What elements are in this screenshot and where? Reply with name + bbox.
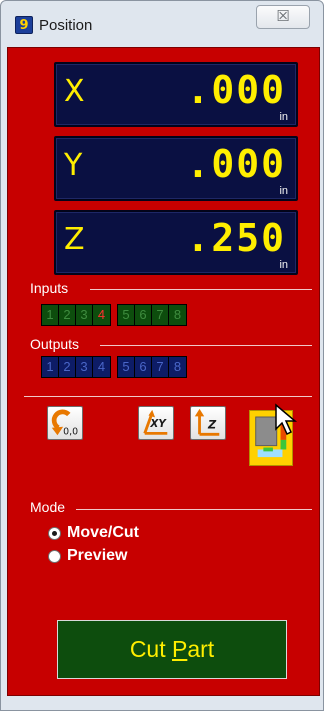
mode-preview[interactable]: Preview <box>48 547 127 565</box>
output-indicator: 7 <box>152 357 169 377</box>
mode-move-cut[interactable]: Move/Cut <box>48 524 139 542</box>
axis-unit-y: in <box>279 185 288 197</box>
inputs-label: Inputs <box>30 280 69 296</box>
zero-z-button[interactable]: Z <box>190 406 226 440</box>
cut-part-button[interactable]: Cut Part <box>57 620 287 679</box>
input-indicator: 1 <box>42 305 59 325</box>
app-icon: 9 <box>15 16 33 34</box>
radio-move-cut[interactable] <box>48 526 61 540</box>
input-indicator: 7 <box>152 305 169 325</box>
input-indicator: 3 <box>76 305 93 325</box>
axis-unit-x: in <box>279 111 288 123</box>
go-home-button[interactable]: 0,0 <box>47 406 83 440</box>
zero-xy-icon: XY <box>143 409 167 435</box>
mouse-cursor-icon <box>275 403 298 436</box>
axis-value-z: .250 <box>186 216 286 260</box>
axis-unit-z: in <box>279 259 288 271</box>
zero-xy-button[interactable]: XY <box>138 406 174 440</box>
z-label: Z <box>207 419 217 432</box>
radio-move-cut-label: Move/Cut <box>67 524 139 541</box>
close-button[interactable]: ☒ <box>256 5 310 29</box>
output-indicator: 2 <box>59 357 76 377</box>
outputs-divider <box>100 345 312 346</box>
axis-value-y: .000 <box>186 142 286 186</box>
mode-label: Mode <box>30 499 66 515</box>
outputs-group-1: 1 2 3 4 <box>41 356 111 378</box>
position-panel: X .000 in Y .000 in Z .250 in Inputs 1 2… <box>7 47 320 696</box>
outputs-label: Outputs <box>30 336 80 352</box>
input-indicator-active: 4 <box>93 305 110 325</box>
output-indicator: 4 <box>93 357 110 377</box>
inputs-divider <box>90 289 312 290</box>
position-window: 9 Position ☒ X .000 in Y .000 in Z .250 … <box>0 0 324 711</box>
output-indicator: 8 <box>169 357 186 377</box>
radio-preview[interactable] <box>48 549 61 563</box>
inputs-group-1: 1 2 3 4 <box>41 304 111 326</box>
inputs-indicators: 1 2 3 4 5 6 7 8 <box>41 304 187 326</box>
output-indicator: 6 <box>135 357 152 377</box>
input-indicator: 8 <box>169 305 186 325</box>
axis-label-z: Z <box>64 222 85 257</box>
home-label: 0,0 <box>63 426 78 437</box>
input-indicator: 6 <box>135 305 152 325</box>
output-indicator: 5 <box>118 357 135 377</box>
input-indicator: 2 <box>59 305 76 325</box>
mode-divider <box>76 509 312 510</box>
xy-label: XY <box>149 418 167 430</box>
radio-preview-label: Preview <box>67 547 128 564</box>
tools-divider <box>24 396 312 397</box>
z-readout: Z .250 in <box>54 210 298 275</box>
input-indicator: 5 <box>118 305 135 325</box>
cut-part-prefix: Cut <box>129 636 172 662</box>
outputs-group-2: 5 6 7 8 <box>117 356 187 378</box>
cut-part-mnemonic: P <box>172 636 188 662</box>
cut-part-suffix: art <box>187 636 215 662</box>
axis-label-x: X <box>64 74 85 109</box>
axis-label-y: Y <box>64 148 83 183</box>
close-icon: ☒ <box>276 7 290 25</box>
output-indicator: 3 <box>76 357 93 377</box>
axis-value-x: .000 <box>186 68 286 112</box>
output-indicator: 1 <box>42 357 59 377</box>
x-readout: X .000 in <box>54 62 298 127</box>
y-readout: Y .000 in <box>54 136 298 201</box>
zero-z-icon: Z <box>194 408 220 436</box>
inputs-group-2: 5 6 7 8 <box>117 304 187 326</box>
title-bar[interactable]: 9 Position ☒ <box>1 1 323 49</box>
window-title: Position <box>39 17 93 34</box>
home-origin-icon: 0,0 <box>51 409 78 437</box>
outputs-indicators: 1 2 3 4 5 6 7 8 <box>41 356 187 378</box>
